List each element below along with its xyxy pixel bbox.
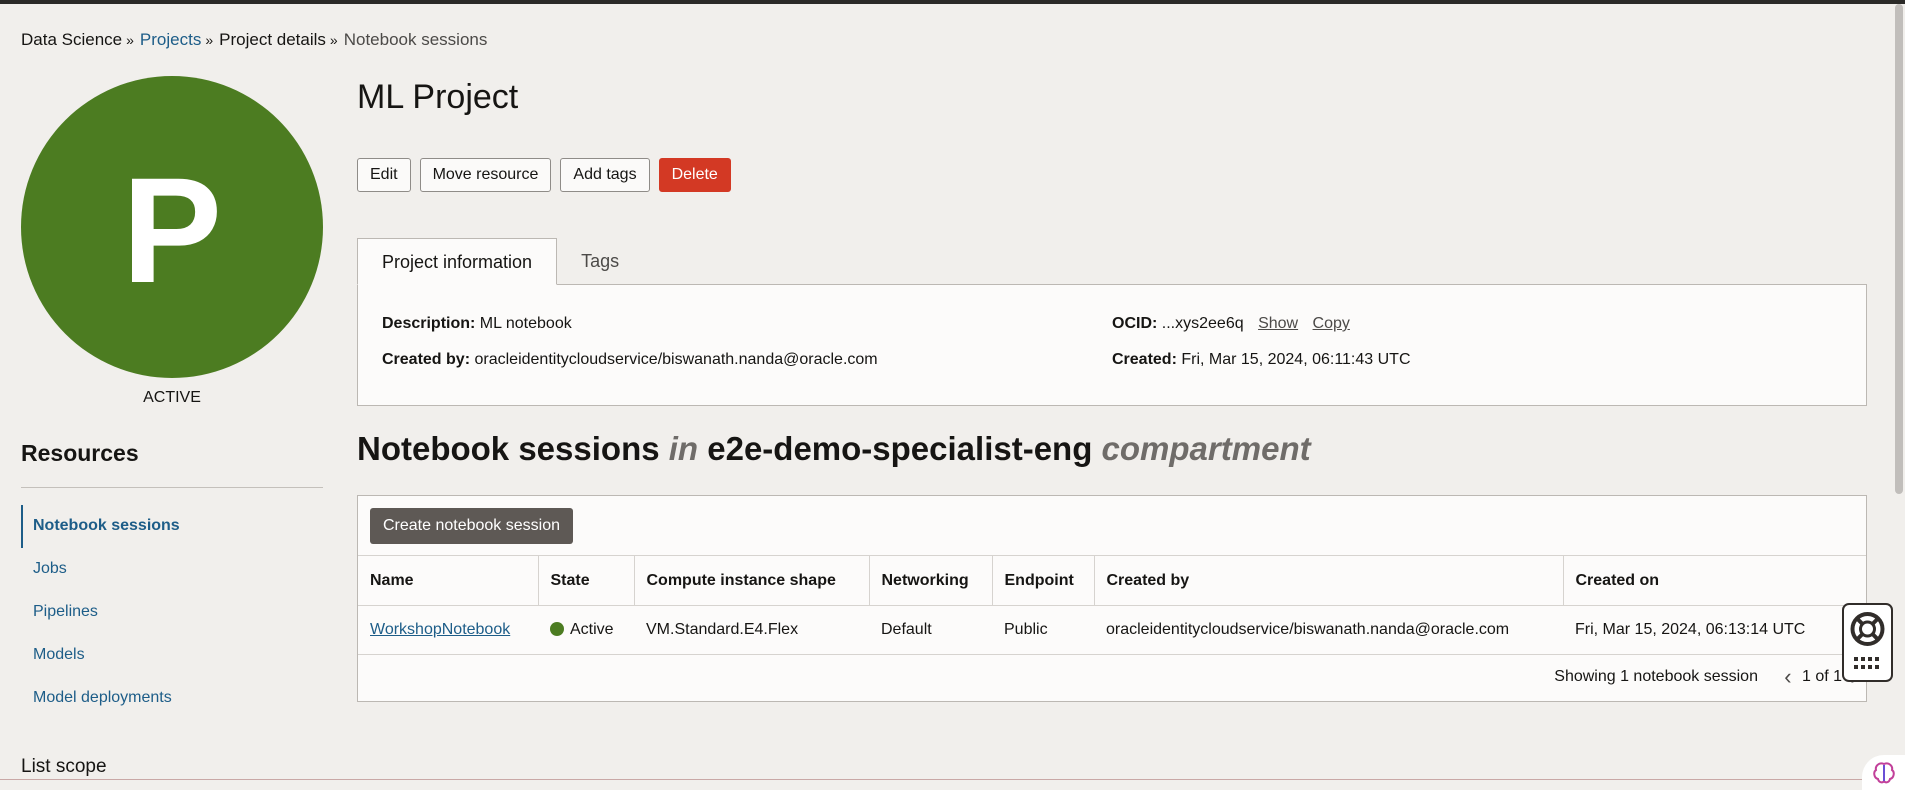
assistant-brain-icon[interactable] <box>1862 755 1905 790</box>
description-label: Description: <box>382 315 476 332</box>
breadcrumb-projects[interactable]: Projects <box>140 30 201 49</box>
create-notebook-session-button[interactable]: Create notebook session <box>370 508 573 544</box>
resources-divider <box>21 487 323 488</box>
created-by-row: Created by: oracleidentitycloudservice/b… <box>382 351 878 369</box>
apps-grid-icon <box>1854 657 1879 669</box>
session-created-by: oracleidentitycloudservice/biswanath.nan… <box>1094 605 1563 655</box>
sessions-table: Name State Compute instance shape Networ… <box>358 555 1866 655</box>
heading-suffix: compartment <box>1101 430 1311 467</box>
avatar-letter: P <box>121 146 223 314</box>
help-widget[interactable] <box>1842 603 1893 682</box>
heading-compartment: e2e-demo-specialist-eng <box>707 430 1093 467</box>
breadcrumb-separator: » <box>329 32 338 48</box>
action-bar: Edit Move resource Add tags Delete <box>357 158 731 192</box>
detail-tabs: Project information Tags <box>357 238 643 285</box>
resource-item-jobs[interactable]: Jobs <box>21 548 323 591</box>
project-status: ACTIVE <box>143 389 201 406</box>
created-by-label: Created by: <box>382 351 471 368</box>
breadcrumb-data-science[interactable]: Data Science <box>21 30 122 49</box>
notebook-sessions-heading: Notebook sessions in e2e-demo-specialist… <box>357 430 1311 468</box>
breadcrumb-separator: » <box>126 32 134 48</box>
ocid-label: OCID: <box>1112 315 1158 332</box>
previous-page-icon[interactable]: ‹ <box>1776 666 1800 688</box>
list-scope-heading: List scope <box>21 756 107 777</box>
results-count: Showing 1 notebook session <box>1554 668 1758 685</box>
session-created-on: Fri, Mar 15, 2024, 06:13:14 UTC <box>1563 605 1866 655</box>
help-lifebuoy-icon <box>1850 612 1885 669</box>
resource-item-models[interactable]: Models <box>21 634 323 677</box>
page-scrollbar-thumb[interactable] <box>1895 4 1903 494</box>
ocid-copy-link[interactable]: Copy <box>1313 315 1350 332</box>
tab-tags[interactable]: Tags <box>557 238 643 285</box>
ocid-show-link[interactable]: Show <box>1258 315 1298 332</box>
column-networking[interactable]: Networking <box>869 555 993 606</box>
column-name[interactable]: Name <box>358 555 539 606</box>
table-footer: Showing 1 notebook session ‹ 1 of 1 › <box>1554 666 1866 688</box>
breadcrumb-notebook-sessions: Notebook sessions <box>343 30 488 49</box>
resource-item-model-deployments[interactable]: Model deployments <box>21 677 323 720</box>
bottom-divider <box>0 779 1905 780</box>
tab-project-information[interactable]: Project information <box>357 238 558 285</box>
sessions-table-panel: Create notebook session Name State Compu… <box>357 495 1867 702</box>
resources-heading: Resources <box>21 440 139 466</box>
page-title: ML Project <box>357 78 519 116</box>
created-value: Fri, Mar 15, 2024, 06:11:43 UTC <box>1181 351 1411 368</box>
resource-item-pipelines[interactable]: Pipelines <box>21 591 323 634</box>
project-info-panel: Description: ML notebook Created by: ora… <box>357 284 1867 406</box>
heading-in: in <box>668 430 699 467</box>
resource-item-notebook-sessions[interactable]: Notebook sessions <box>21 505 323 548</box>
session-endpoint: Public <box>992 605 1094 655</box>
heading-main: Notebook sessions <box>357 430 660 467</box>
column-shape[interactable]: Compute instance shape <box>634 555 870 606</box>
column-state[interactable]: State <box>538 555 635 606</box>
delete-button[interactable]: Delete <box>658 158 731 192</box>
ocid-value: ...xys2ee6q <box>1161 315 1244 332</box>
created-row: Created: Fri, Mar 15, 2024, 06:11:43 UTC <box>1112 351 1411 369</box>
table-header-row: Name State Compute instance shape Networ… <box>358 555 1866 606</box>
breadcrumb-separator: » <box>205 32 214 48</box>
status-dot-icon <box>550 622 564 636</box>
edit-button[interactable]: Edit <box>357 158 411 192</box>
breadcrumb: Data Science» Projects» Project details» No… <box>21 30 487 50</box>
move-resource-button[interactable]: Move resource <box>419 158 552 192</box>
session-state: Active <box>538 605 634 655</box>
ocid-row: OCID: ...xys2ee6q Show Copy <box>1112 315 1350 333</box>
project-avatar: P <box>21 76 323 378</box>
breadcrumb-project-details[interactable]: Project details <box>219 30 326 49</box>
resources-nav: Notebook sessions Jobs Pipelines Models … <box>21 505 323 720</box>
page-indicator: 1 of 1 <box>1801 668 1842 685</box>
description-value: ML notebook <box>479 315 572 332</box>
session-networking: Default <box>869 605 992 655</box>
session-shape: VM.Standard.E4.Flex <box>634 605 869 655</box>
description-row: Description: ML notebook <box>382 315 572 333</box>
column-endpoint[interactable]: Endpoint <box>992 555 1095 606</box>
created-label: Created: <box>1112 351 1177 368</box>
column-created-on[interactable]: Created on <box>1563 555 1866 606</box>
session-name-link[interactable]: WorkshopNotebook <box>370 621 510 638</box>
top-bar <box>0 0 1905 4</box>
session-state-text: Active <box>570 621 614 638</box>
table-row: WorkshopNotebook Active VM.Standard.E4.F… <box>358 605 1866 655</box>
add-tags-button[interactable]: Add tags <box>560 158 650 192</box>
created-by-value: oracleidentitycloudservice/biswanath.nan… <box>474 351 878 368</box>
column-created-by[interactable]: Created by <box>1094 555 1564 606</box>
